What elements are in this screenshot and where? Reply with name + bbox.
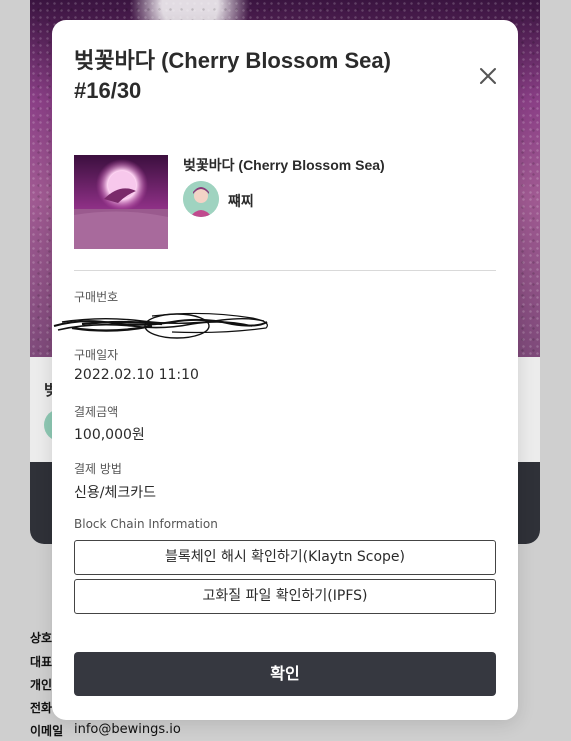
payment-method-label: 결제 방법 [74,462,122,476]
item-name[interactable]: 벚꽃바다 (Cherry Blossom Sea) [183,155,385,175]
modal-title-edition: #16/30 [74,78,142,103]
footer-label-email: 이메일 [30,724,64,738]
artwork-thumbnail [74,155,168,249]
close-icon [480,68,496,84]
amount-label: 결제금액 [74,405,119,419]
blockchain-section-label: Block Chain Information [74,517,218,531]
footer-email[interactable]: info@bewings.io [74,722,181,737]
footer-label-ceo: 대표 [30,655,53,669]
modal-title: 벚꽃바다 (Cherry Blossom Sea) #16/30 [74,46,454,106]
footer-label-company: 상호 [30,631,53,645]
modal-title-name: 벚꽃바다 (Cherry Blossom Sea) [74,48,391,73]
amount-value: 100,000원 [74,427,145,443]
confirm-button[interactable]: 확인 [74,652,496,696]
purchase-detail-modal: 벚꽃바다 (Cherry Blossom Sea) #16/30 벚꽃바다 (C… [52,20,518,720]
footer-label-phone: 전화 [30,701,53,715]
order-number-label: 구매번호 [74,290,119,304]
order-number-redaction [53,312,268,339]
creator-avatar[interactable] [183,181,219,217]
purchase-date-value: 2022.02.10 11:10 [74,367,199,383]
blockchain-hash-button[interactable]: 블록체인 해시 확인하기(Klaytn Scope) [74,540,496,575]
creator-name[interactable]: 쨰찌 [228,191,254,211]
close-button[interactable] [476,64,500,88]
purchase-date-label: 구매일자 [74,348,119,362]
divider [74,270,496,271]
payment-method-value: 신용/체크카드 [74,485,156,501]
footer-label-privacy: 개인 [30,678,53,692]
ipfs-file-button[interactable]: 고화질 파일 확인하기(IPFS) [74,579,496,614]
